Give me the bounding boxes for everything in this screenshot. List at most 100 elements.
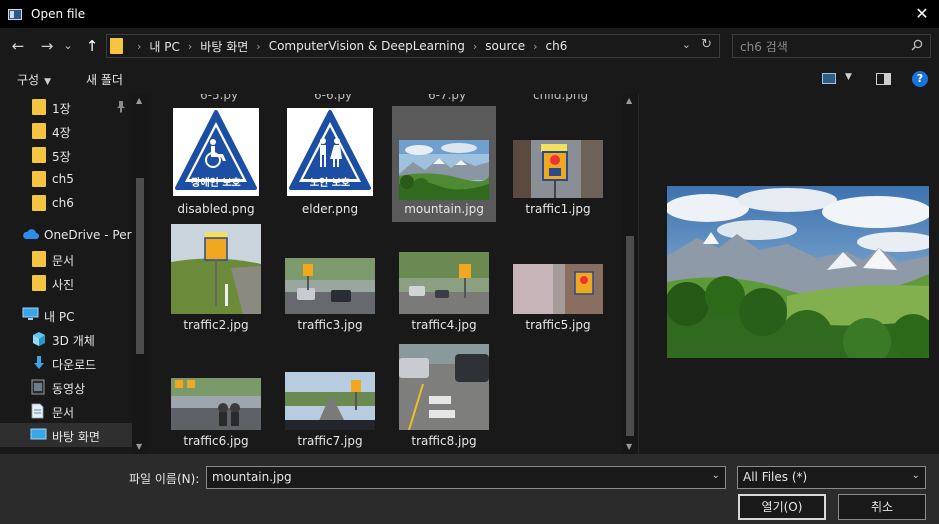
breadcrumb-item[interactable]: 바탕 화면 — [200, 38, 248, 55]
sidebar-item-ch5[interactable]: ch5 — [0, 167, 132, 191]
file-item[interactable]: traffic6.jpg — [164, 338, 268, 454]
filename-value: mountain.jpg — [212, 470, 292, 484]
sidebar-item-1장[interactable]: 1장 — [0, 95, 132, 119]
document-icon — [31, 403, 44, 419]
sidebar-item-documents-onedrive[interactable]: 문서 — [0, 247, 132, 271]
organize-menu[interactable]: 구성 ▼ — [17, 71, 51, 88]
file-name: traffic5.jpg — [525, 318, 591, 332]
sidebar-item-this-pc[interactable]: 내 PC — [0, 303, 132, 327]
sidebar-item-desktop[interactable]: 바탕 화면 — [0, 423, 132, 447]
file-item[interactable]: traffic8.jpg — [392, 338, 496, 454]
breadcrumb-item[interactable]: 내 PC — [149, 38, 179, 55]
new-folder-button[interactable]: 새 폴더 — [86, 71, 123, 88]
sidebar-item-5장[interactable]: 5장 — [0, 143, 132, 167]
download-icon — [34, 356, 44, 369]
scrollbar-thumb[interactable] — [136, 178, 144, 354]
sidebar-item-3d-objects[interactable]: 3D 개체 — [0, 327, 132, 351]
back-button[interactable]: ← — [8, 36, 28, 56]
breadcrumb-item[interactable]: ch6 — [546, 39, 568, 53]
chevron-down-icon[interactable]: ⌄ — [912, 470, 920, 481]
folder-icon — [32, 147, 46, 163]
file-item-selected[interactable]: mountain.jpg — [392, 106, 496, 222]
sign-text: 노인 보호 — [310, 176, 350, 189]
chevron-down-icon[interactable]: ⌄ — [712, 470, 720, 481]
cancel-button[interactable]: 취소 — [838, 494, 926, 520]
sidebar-item-label: ch5 — [52, 172, 74, 186]
preview-pane — [638, 94, 939, 454]
search-placeholder: ch6 검색 — [740, 39, 788, 54]
partial-file-label[interactable]: child.png — [533, 94, 588, 102]
breadcrumb-separator: › — [137, 39, 142, 53]
pin-icon[interactable] — [116, 101, 126, 113]
view-options-icon[interactable] — [822, 73, 836, 84]
open-button[interactable]: 열기(O) — [738, 494, 826, 520]
chevron-down-icon[interactable]: ▼ — [845, 72, 852, 82]
scroll-up-icon[interactable]: ▲ — [136, 96, 142, 105]
address-bar[interactable]: › 내 PC › 바탕 화면 › ComputerVision & DeepLe… — [106, 34, 720, 58]
file-item[interactable]: traffic5.jpg — [506, 222, 610, 338]
sidebar-item-documents[interactable]: 문서 — [0, 399, 132, 423]
filename-input[interactable]: mountain.jpg ⌄ — [206, 466, 726, 489]
partial-file-label[interactable]: 6-6.py — [314, 94, 352, 102]
file-item[interactable]: traffic4.jpg — [392, 222, 496, 338]
file-item[interactable]: traffic7.jpg — [278, 338, 382, 454]
file-name: traffic4.jpg — [411, 318, 477, 332]
help-icon[interactable]: ? — [912, 71, 928, 87]
sidebar-item-onedrive[interactable]: OneDrive - Perso — [0, 223, 132, 247]
file-list: 6-5.py 6-6.py 6-7.py child.png 장애인 보호 di… — [148, 94, 638, 454]
address-dropdown-icon[interactable]: ⌄ — [682, 38, 691, 51]
file-item[interactable]: traffic2.jpg — [164, 222, 268, 338]
refresh-icon[interactable]: ↻ — [701, 37, 712, 52]
file-item[interactable]: 장애인 보호 disabled.png — [164, 106, 268, 222]
partial-file-label[interactable]: 6-5.py — [200, 94, 238, 102]
window-title: Open file — [31, 7, 86, 21]
file-item[interactable]: 노인 보호 elder.png — [278, 106, 382, 222]
file-name: disabled.png — [177, 202, 255, 216]
breadcrumb: › 내 PC › 바탕 화면 › ComputerVision & DeepLe… — [129, 38, 567, 55]
traffic8-thumbnail — [399, 344, 489, 430]
cube-icon — [33, 332, 45, 346]
sign-text: 장애인 보호 — [191, 176, 240, 189]
sidebar-item-ch6[interactable]: ch6 — [0, 191, 132, 215]
sidebar-item-downloads[interactable]: 다운로드 — [0, 351, 132, 375]
file-item[interactable]: traffic3.jpg — [278, 222, 382, 338]
breadcrumb-item[interactable]: ComputerVision & DeepLearning — [269, 39, 465, 53]
traffic7-thumbnail — [285, 372, 375, 430]
partial-file-label[interactable]: 6-7.py — [428, 94, 466, 102]
file-name: traffic1.jpg — [525, 202, 591, 216]
traffic1-thumbnail — [513, 140, 603, 198]
breadcrumb-separator: › — [472, 39, 478, 53]
desktop-icon — [30, 428, 47, 440]
folder-icon — [32, 195, 46, 211]
close-button[interactable]: ✕ — [911, 3, 933, 25]
scrollbar-thumb[interactable] — [626, 236, 634, 436]
sidebar-item-pictures[interactable]: 사진 — [0, 271, 132, 295]
elder-sign-thumbnail: 노인 보호 — [287, 108, 373, 196]
breadcrumb-item[interactable]: source — [485, 39, 525, 53]
sidebar-scrollbar[interactable]: ▲ ▼ — [132, 94, 148, 454]
scroll-up-icon[interactable]: ▲ — [626, 96, 632, 105]
scroll-down-icon[interactable]: ▼ — [136, 442, 142, 451]
mountain-thumbnail — [399, 140, 489, 200]
file-name: traffic2.jpg — [183, 318, 249, 332]
sidebar-item-4장[interactable]: 4장 — [0, 119, 132, 143]
sidebar-item-videos[interactable]: 동영상 — [0, 375, 132, 399]
toolbar: 구성 ▼ 새 폴더 ▼ ? — [0, 64, 939, 94]
preview-pane-icon[interactable] — [876, 73, 891, 85]
breadcrumb-separator: › — [187, 39, 193, 53]
file-list-scrollbar[interactable]: ▲ ▼ — [622, 94, 638, 454]
search-icon[interactable] — [911, 39, 923, 51]
forward-button[interactable]: → — [37, 36, 57, 56]
scroll-down-icon[interactable]: ▼ — [626, 442, 632, 451]
sidebar-item-label: 내 PC — [44, 310, 75, 324]
sidebar-item-label: ch6 — [52, 196, 74, 210]
search-input[interactable]: ch6 검색 — [732, 34, 931, 58]
up-button[interactable]: ↑ — [82, 36, 102, 56]
sidebar-item-label: 4장 — [52, 126, 71, 140]
file-item[interactable]: traffic1.jpg — [506, 106, 610, 222]
folder-icon — [32, 275, 46, 291]
file-name: traffic7.jpg — [297, 434, 363, 448]
file-type-select[interactable]: All Files (*) ⌄ — [737, 466, 926, 489]
recent-locations-button[interactable]: ⌄ — [61, 36, 75, 56]
file-name: traffic8.jpg — [411, 434, 477, 448]
